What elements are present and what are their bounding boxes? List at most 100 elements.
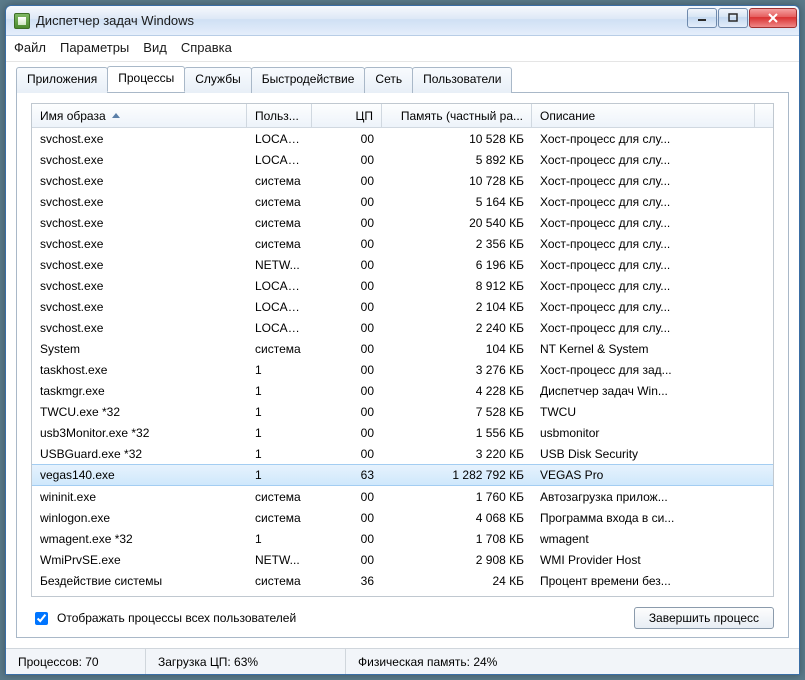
end-process-button[interactable]: Завершить процесс	[634, 607, 774, 629]
table-row[interactable]: taskmgr.exe1004 228 КБДиспетчер задач Wi…	[32, 380, 773, 401]
menu-options[interactable]: Параметры	[60, 40, 129, 55]
cell-user: 1	[247, 363, 312, 377]
menu-view[interactable]: Вид	[143, 40, 167, 55]
table-row[interactable]: taskhost.exe1003 276 КБХост-процесс для …	[32, 359, 773, 380]
cell-cpu: 00	[312, 363, 382, 377]
cell-name: WmiPrvSE.exe	[32, 553, 247, 567]
table-row[interactable]: Systemсистема00104 КБNT Kernel & System	[32, 338, 773, 359]
cell-name: usb3Monitor.exe *32	[32, 426, 247, 440]
table-row[interactable]: TWCU.exe *321007 528 КБTWCU	[32, 401, 773, 422]
col-cpu[interactable]: ЦП	[312, 104, 382, 127]
show-all-users-checkbox[interactable]: Отображать процессы всех пользователей	[31, 609, 296, 628]
cell-memory: 3 276 КБ	[382, 363, 532, 377]
window-controls	[686, 8, 797, 28]
cell-user: NETW...	[247, 553, 312, 567]
table-row[interactable]: WmiPrvSE.exeNETW...002 908 КБWMI Provide…	[32, 549, 773, 570]
tab-network[interactable]: Сеть	[364, 67, 413, 93]
cell-user: 1	[247, 426, 312, 440]
cell-user: система	[247, 490, 312, 504]
tab-processes[interactable]: Процессы	[107, 66, 185, 92]
show-all-users-input[interactable]	[35, 612, 48, 625]
window-title: Диспетчер задач Windows	[36, 13, 194, 28]
cell-cpu: 00	[312, 279, 382, 293]
table-row[interactable]: svchost.exeLOCAL...005 892 КБХост-процес…	[32, 149, 773, 170]
table-row[interactable]: usb3Monitor.exe *321001 556 КБusbmonitor	[32, 422, 773, 443]
minimize-button[interactable]	[687, 8, 717, 28]
table-row[interactable]: svchost.exeNETW...006 196 КБХост-процесс…	[32, 254, 773, 275]
cell-name: System	[32, 342, 247, 356]
col-description[interactable]: Описание	[532, 104, 755, 127]
maximize-button[interactable]	[718, 8, 748, 28]
table-row[interactable]: USBGuard.exe *321003 220 КБUSB Disk Secu…	[32, 443, 773, 464]
cell-memory: 20 540 КБ	[382, 216, 532, 230]
table-row[interactable]: svchost.exeсистема0020 540 КБХост-процес…	[32, 212, 773, 233]
cell-user: система	[247, 216, 312, 230]
menu-file[interactable]: Файл	[14, 40, 46, 55]
table-row[interactable]: svchost.exeсистема002 356 КБХост-процесс…	[32, 233, 773, 254]
tab-users[interactable]: Пользователи	[412, 67, 512, 93]
table-row[interactable]: wininit.exeсистема001 760 КБАвтозагрузка…	[32, 486, 773, 507]
table-row[interactable]: vegas140.exe1631 282 792 КБVEGAS Pro	[32, 464, 773, 486]
table-row[interactable]: Бездействие системысистема3624 КБПроцент…	[32, 570, 773, 591]
table-row[interactable]: svchost.exeLOCAL...002 104 КБХост-процес…	[32, 296, 773, 317]
cell-cpu: 00	[312, 342, 382, 356]
cell-name: taskmgr.exe	[32, 384, 247, 398]
cell-description: TWCU	[532, 405, 773, 419]
table-body[interactable]: svchost.exeLOCAL...0010 528 КБХост-проце…	[32, 128, 773, 596]
tab-performance[interactable]: Быстродействие	[251, 67, 366, 93]
cell-description: NT Kernel & System	[532, 342, 773, 356]
table-row[interactable]: svchost.exeLOCAL...002 240 КБХост-процес…	[32, 317, 773, 338]
cell-name: taskhost.exe	[32, 363, 247, 377]
cell-user: система	[247, 511, 312, 525]
col-image-name[interactable]: Имя образа	[32, 104, 247, 127]
table-row[interactable]: winlogon.exeсистема004 068 КБПрограмма в…	[32, 507, 773, 528]
cell-memory: 1 282 792 КБ	[382, 468, 532, 482]
table-row[interactable]: wmagent.exe *321001 708 КБwmagent	[32, 528, 773, 549]
cell-memory: 1 760 КБ	[382, 490, 532, 504]
cell-name: Бездействие системы	[32, 574, 247, 588]
tab-services[interactable]: Службы	[184, 67, 251, 93]
table-row[interactable]: svchost.exeLOCAL...008 912 КБХост-процес…	[32, 275, 773, 296]
cell-name: svchost.exe	[32, 258, 247, 272]
cell-user: 1	[247, 384, 312, 398]
col-memory[interactable]: Память (частный ра...	[382, 104, 532, 127]
cell-description: WMI Provider Host	[532, 553, 773, 567]
status-processes: Процессов: 70	[6, 649, 146, 674]
table-row[interactable]: svchost.exeсистема0010 728 КБХост-процес…	[32, 170, 773, 191]
cell-cpu: 00	[312, 426, 382, 440]
cell-cpu: 00	[312, 532, 382, 546]
col-scroll-spacer	[755, 104, 773, 127]
cell-description: Хост-процесс для слу...	[532, 216, 773, 230]
cell-name: svchost.exe	[32, 132, 247, 146]
show-all-users-label: Отображать процессы всех пользователей	[57, 611, 296, 625]
cell-name: svchost.exe	[32, 321, 247, 335]
cell-description: USB Disk Security	[532, 447, 773, 461]
cell-memory: 8 912 КБ	[382, 279, 532, 293]
titlebar[interactable]: Диспетчер задач Windows	[6, 6, 799, 36]
cell-description: Диспетчер задач Win...	[532, 384, 773, 398]
cell-user: система	[247, 574, 312, 588]
table-row[interactable]: svchost.exeсистема005 164 КБХост-процесс…	[32, 191, 773, 212]
col-user[interactable]: Польз...	[247, 104, 312, 127]
menu-help[interactable]: Справка	[181, 40, 232, 55]
cell-cpu: 00	[312, 553, 382, 567]
cell-user: LOCAL...	[247, 321, 312, 335]
cell-user: 1	[247, 405, 312, 419]
table-header: Имя образа Польз... ЦП Память (частный р…	[32, 104, 773, 128]
table-row[interactable]: svchost.exeLOCAL...0010 528 КБХост-проце…	[32, 128, 773, 149]
close-button[interactable]	[749, 8, 797, 28]
cell-name: svchost.exe	[32, 174, 247, 188]
cell-memory: 10 728 КБ	[382, 174, 532, 188]
cell-user: NETW...	[247, 258, 312, 272]
cell-memory: 10 528 КБ	[382, 132, 532, 146]
cell-name: svchost.exe	[32, 300, 247, 314]
cell-memory: 24 КБ	[382, 574, 532, 588]
cell-description: Хост-процесс для слу...	[532, 237, 773, 251]
cell-name: svchost.exe	[32, 237, 247, 251]
tab-applications[interactable]: Приложения	[16, 67, 108, 93]
cell-user: система	[247, 237, 312, 251]
tabs-container: Приложения Процессы Службы Быстродействи…	[6, 62, 799, 93]
cell-memory: 1 556 КБ	[382, 426, 532, 440]
cell-user: LOCAL...	[247, 300, 312, 314]
cell-cpu: 00	[312, 384, 382, 398]
